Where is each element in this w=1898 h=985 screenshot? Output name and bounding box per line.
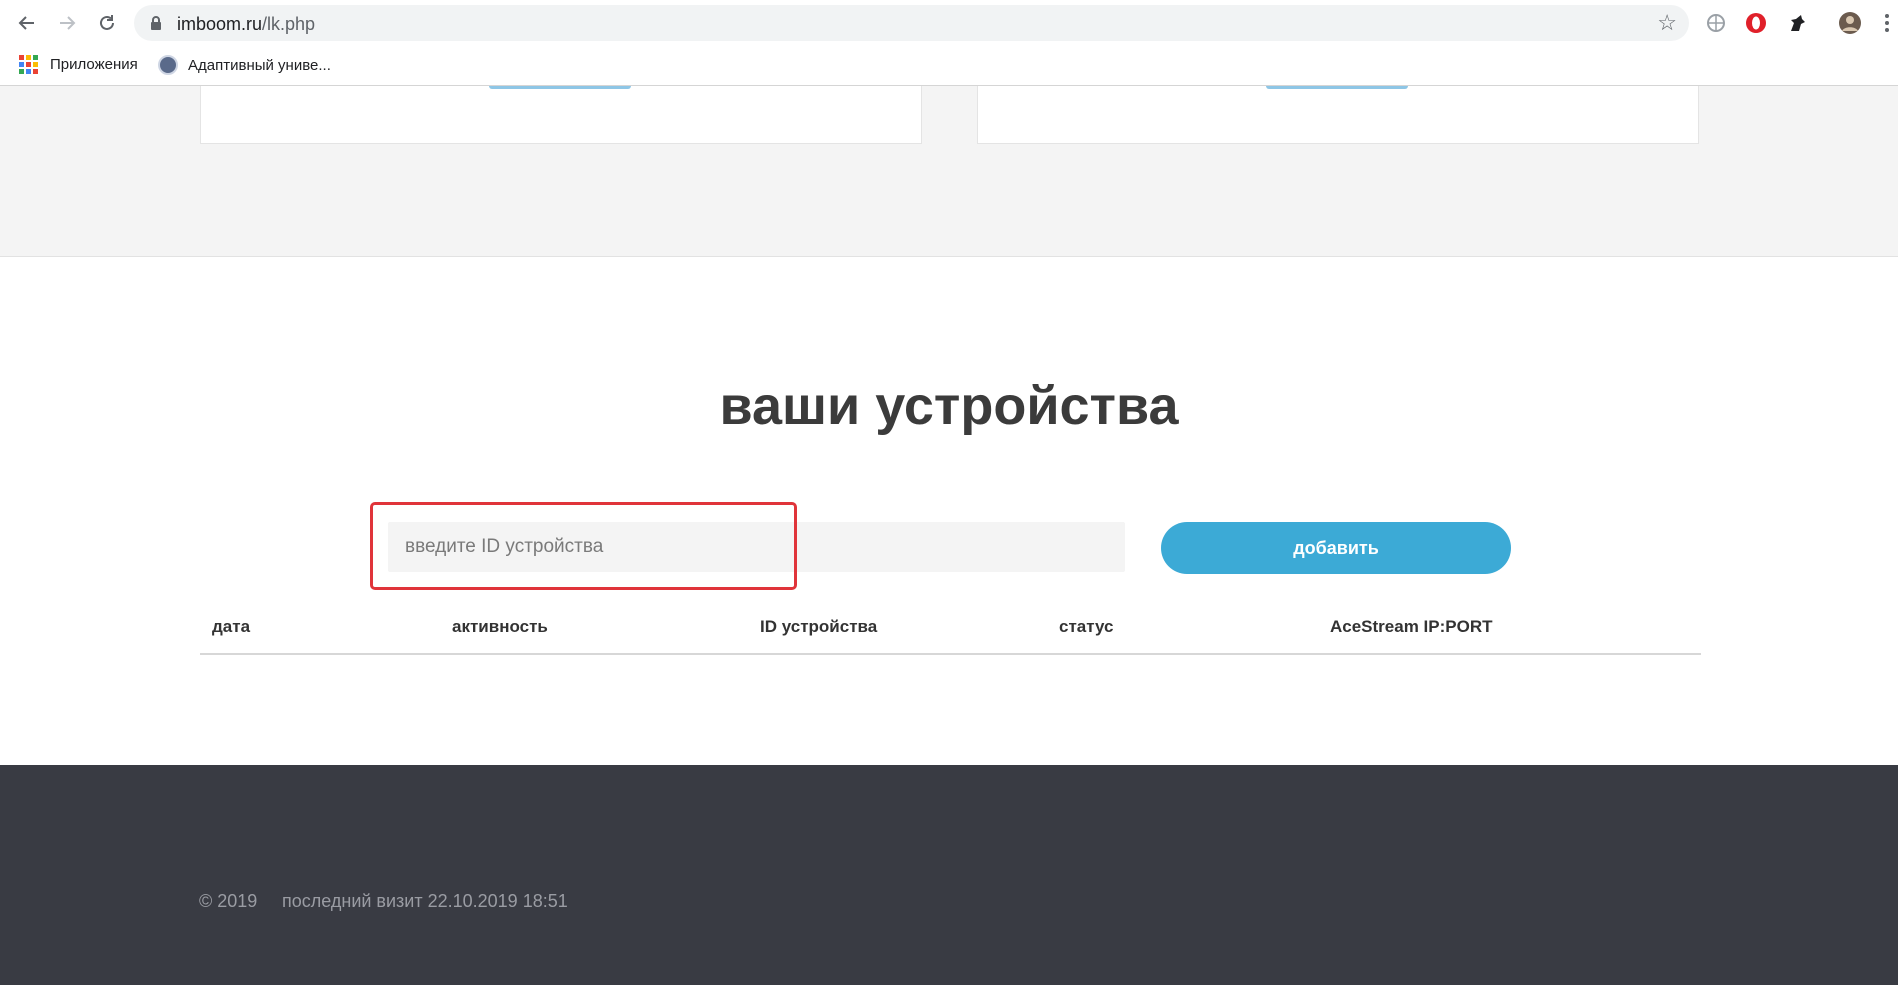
column-status: статус	[1059, 617, 1114, 636]
lock-icon	[151, 16, 161, 30]
globe-grid-icon	[1707, 14, 1725, 32]
devices-table-header: дата активность ID устройства статус Ace…	[200, 605, 1701, 655]
more-vertical-icon	[1885, 14, 1889, 32]
translate-extension-button[interactable]	[1704, 11, 1728, 35]
browser-toolbar: imboom.ru/lk.php ☆	[0, 0, 1898, 45]
bookmark-star-icon[interactable]: ☆	[1657, 11, 1677, 35]
apps-grid-icon	[19, 55, 38, 74]
reload-button[interactable]	[92, 8, 122, 38]
profile-avatar-button[interactable]	[1838, 11, 1862, 35]
column-acestream: AceStream IP:PORT	[1330, 617, 1493, 636]
device-id-input[interactable]	[388, 522, 1125, 572]
add-device-button[interactable]: добавить	[1161, 522, 1511, 574]
column-device-id: ID устройства	[760, 617, 878, 636]
browser-menu-button[interactable]	[1880, 11, 1894, 35]
bookmark-apps[interactable]: Приложения	[19, 55, 138, 74]
footer-copyright: © 2019	[199, 891, 258, 911]
globe-icon	[158, 55, 178, 75]
footer-last-visit: последний визит 22.10.2019 18:51	[282, 891, 568, 911]
column-activity: активность	[452, 617, 548, 636]
column-date: дата	[212, 617, 251, 636]
opera-icon	[1746, 13, 1766, 33]
footer: © 2019 последний визит 22.10.2019 18:51	[0, 765, 1898, 985]
url-path: /lk.php	[262, 14, 316, 34]
url-host: imboom.ru	[177, 14, 263, 34]
devices-title: ваши устройства	[719, 376, 1179, 436]
url-text: imboom.ru/lk.php	[177, 14, 315, 35]
address-bar[interactable]: imboom.ru/lk.php ☆	[134, 5, 1689, 41]
arrow-right-icon	[60, 16, 76, 30]
bookmark-adaptive[interactable]: Адаптивный униве...	[158, 55, 331, 75]
forward-button[interactable]	[52, 8, 82, 38]
plan-card-right	[977, 86, 1699, 144]
pricing-section	[0, 86, 1898, 257]
plan-card-left	[200, 86, 922, 144]
card-button-edge[interactable]	[489, 86, 631, 89]
bookmark-adaptive-label: Адаптивный униве...	[188, 56, 331, 74]
back-button[interactable]	[12, 8, 42, 38]
horse-icon	[1791, 15, 1805, 31]
arrow-left-icon	[18, 16, 34, 30]
reload-icon	[100, 15, 114, 30]
avatar-icon	[1839, 12, 1861, 34]
bookmarks-bar: Приложения Адаптивный униве...	[0, 45, 1898, 86]
bookmark-apps-label: Приложения	[50, 56, 138, 73]
opera-extension-button[interactable]	[1744, 11, 1768, 35]
horse-extension-button[interactable]	[1785, 11, 1809, 35]
card-button-edge[interactable]	[1266, 86, 1408, 89]
